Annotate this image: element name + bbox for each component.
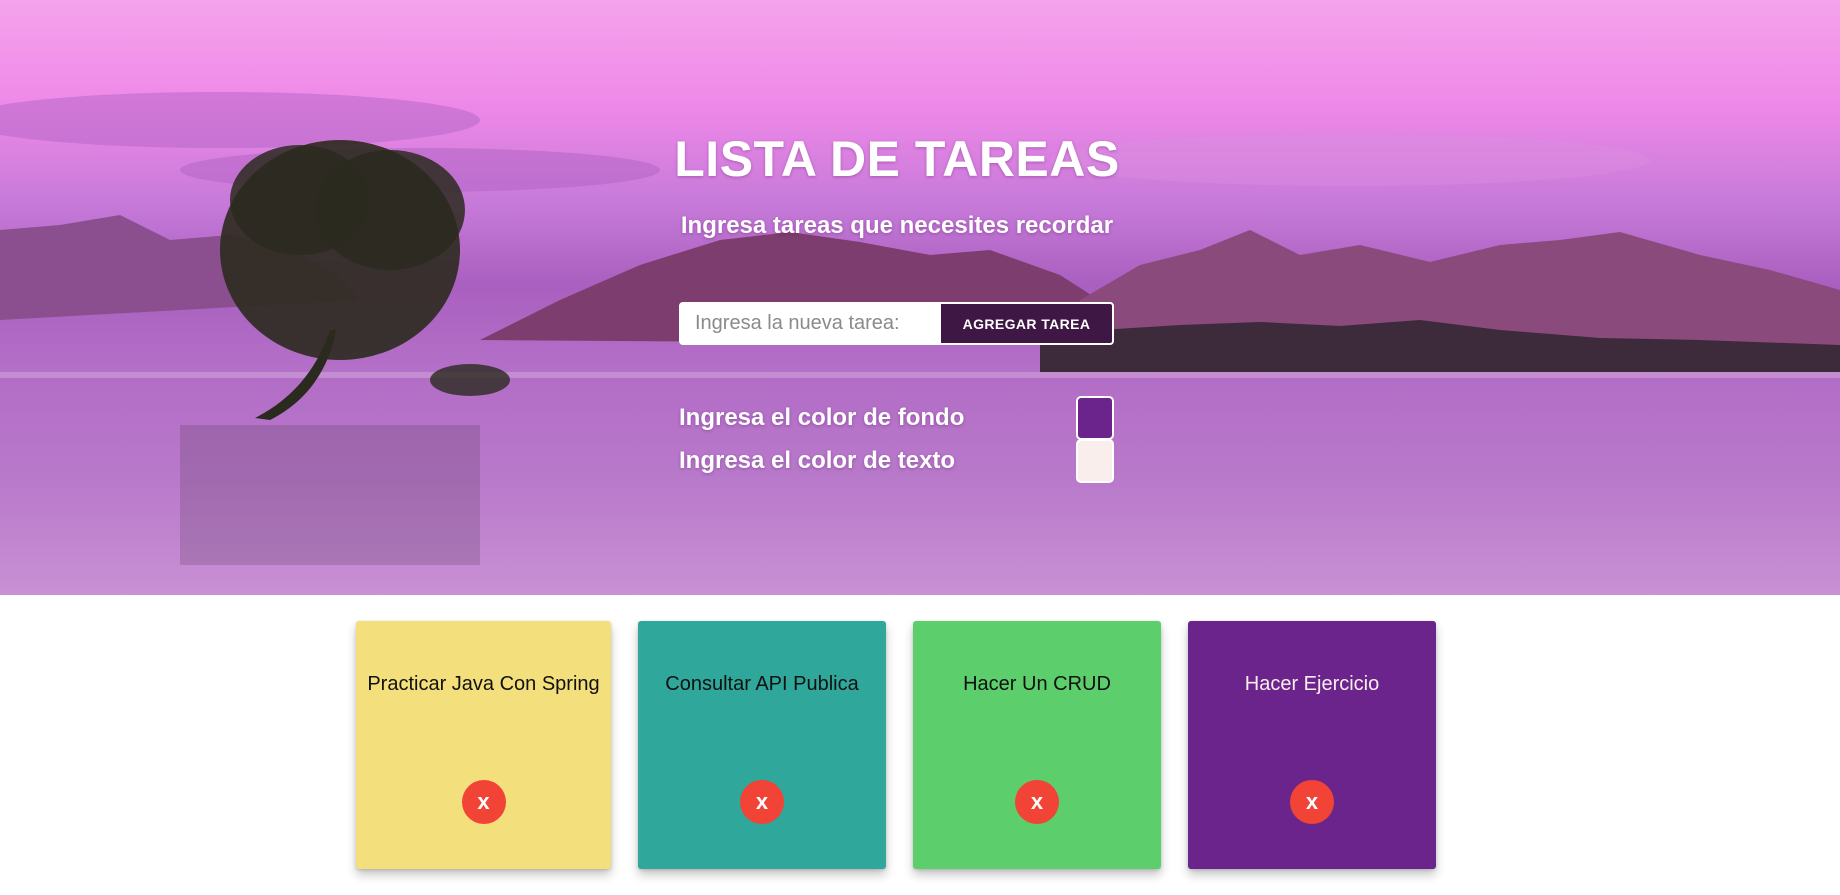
landscape-background <box>0 92 1840 595</box>
new-task-input[interactable] <box>679 302 939 345</box>
delete-task-button[interactable]: x <box>740 780 784 824</box>
text-color-row: Ingresa el color de texto <box>679 439 1114 483</box>
task-title: Practicar Java Con Spring <box>367 673 600 695</box>
task-title: Consultar API Publica <box>665 673 859 695</box>
task-title: Hacer Ejercicio <box>1244 673 1380 695</box>
task-card: Consultar API Publica x <box>638 621 886 869</box>
add-task-button[interactable]: AGREGAR TAREA <box>939 302 1114 345</box>
task-title: Hacer Un CRUD <box>963 673 1111 695</box>
background-color-label: Ingresa el color de fondo <box>679 404 965 431</box>
task-card: Practicar Java Con Spring x <box>356 621 611 869</box>
background-color-row: Ingresa el color de fondo <box>679 396 1114 440</box>
text-color-label: Ingresa el color de texto <box>679 447 956 474</box>
delete-task-button[interactable]: x <box>1290 780 1334 824</box>
task-list: Practicar Java Con Spring x Consultar AP… <box>356 621 1436 871</box>
delete-task-button[interactable]: x <box>461 780 506 824</box>
page-title: LISTA DE TAREAS <box>674 131 1120 187</box>
task-card: Hacer Un CRUD x <box>913 621 1161 869</box>
background-color-picker[interactable] <box>1076 396 1114 440</box>
delete-task-button[interactable]: x <box>1015 780 1059 824</box>
page-subtitle: Ingresa tareas que necesites recordar <box>680 212 1114 239</box>
task-card: Hacer Ejercicio x <box>1188 621 1436 869</box>
new-task-form: AGREGAR TAREA <box>679 302 1114 345</box>
hero-banner: LISTA DE TAREAS Ingresa tareas que neces… <box>0 0 1840 595</box>
text-color-picker[interactable] <box>1076 439 1114 483</box>
